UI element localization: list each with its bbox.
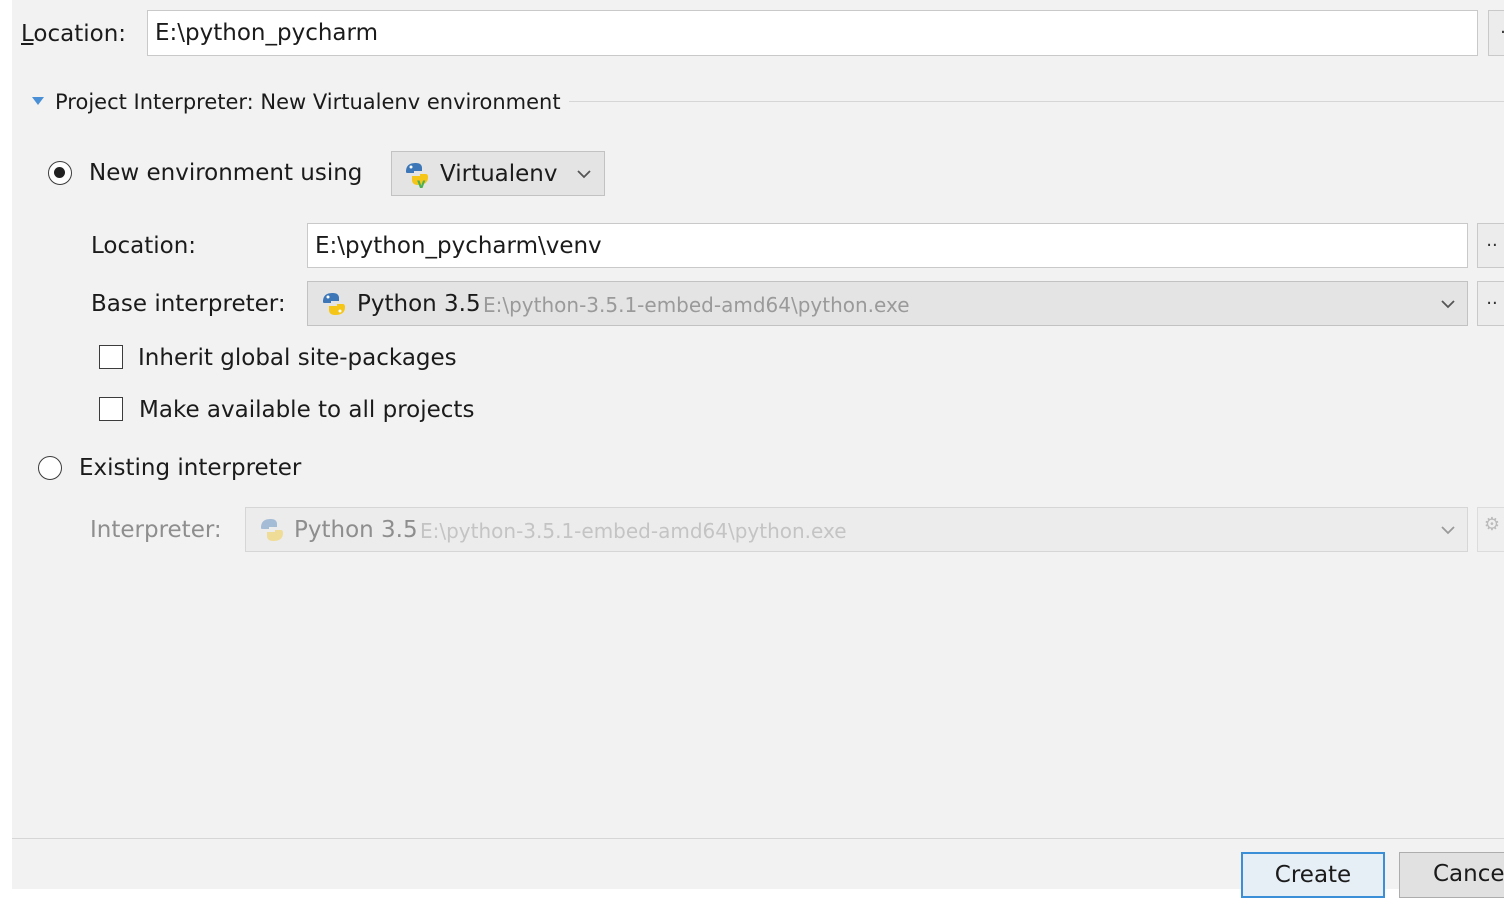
new-environment-label: New environment using bbox=[89, 160, 363, 186]
chevron-down-icon bbox=[1441, 526, 1455, 535]
chevron-down-icon bbox=[577, 170, 591, 179]
inherit-site-packages-label: Inherit global site-packages bbox=[138, 345, 457, 371]
inherit-site-packages-checkbox[interactable] bbox=[99, 345, 123, 369]
interpreter-section-title: Project Interpreter: New Virtualenv envi… bbox=[55, 90, 561, 114]
footer-divider bbox=[12, 838, 1504, 839]
base-interpreter-label: Base interpreter: bbox=[91, 291, 286, 317]
base-interpreter-browse-button[interactable]: .. bbox=[1477, 281, 1504, 326]
make-available-checkbox[interactable] bbox=[99, 397, 123, 421]
existing-interpreter-radio[interactable] bbox=[38, 456, 62, 480]
chevron-down-icon bbox=[1441, 300, 1455, 309]
venv-location-browse-button[interactable]: .. bbox=[1477, 223, 1504, 268]
base-interpreter-combo[interactable]: Python 3.5 E:\python-3.5.1-embed-amd64\p… bbox=[307, 281, 1468, 326]
interpreter-settings-gear-icon[interactable]: ⚙ bbox=[1477, 507, 1504, 552]
interpreter-label: Interpreter: bbox=[90, 517, 222, 543]
new-environment-radio[interactable] bbox=[48, 161, 72, 185]
existing-interpreter-label: Existing interpreter bbox=[79, 455, 302, 481]
base-interpreter-name: Python 3.5 bbox=[357, 291, 481, 317]
cancel-button[interactable]: Cance bbox=[1399, 852, 1504, 898]
venv-location-field[interactable]: E:\python_pycharm\venv bbox=[307, 223, 1468, 268]
create-button[interactable]: Create bbox=[1241, 852, 1385, 898]
python-icon bbox=[323, 293, 345, 315]
environment-tool-value: Virtualenv bbox=[440, 161, 558, 187]
section-divider bbox=[569, 101, 1504, 102]
svg-text:v: v bbox=[417, 177, 426, 188]
project-location-field[interactable]: E:\python_pycharm bbox=[147, 10, 1478, 56]
radio-selected-dot bbox=[54, 167, 65, 178]
collapse-triangle-icon[interactable] bbox=[31, 95, 45, 107]
python-icon bbox=[261, 519, 283, 541]
base-interpreter-path: E:\python-3.5.1-embed-amd64\python.exe bbox=[483, 293, 910, 317]
venv-location-label: Location: bbox=[91, 233, 197, 259]
project-location-label: Location: bbox=[21, 21, 127, 47]
existing-interpreter-name: Python 3.5 bbox=[294, 517, 418, 543]
make-available-label: Make available to all projects bbox=[139, 397, 475, 423]
dialog-panel: Location: E:\python_pycharm . Project In… bbox=[12, 0, 1504, 898]
existing-interpreter-path: E:\python-3.5.1-embed-amd64\python.exe bbox=[420, 519, 847, 543]
virtualenv-python-icon: v bbox=[406, 163, 428, 188]
project-location-browse-button[interactable]: . bbox=[1488, 10, 1504, 56]
existing-interpreter-combo[interactable]: Python 3.5 E:\python-3.5.1-embed-amd64\p… bbox=[245, 507, 1468, 552]
environment-tool-combo[interactable]: v Virtualenv bbox=[391, 151, 605, 196]
